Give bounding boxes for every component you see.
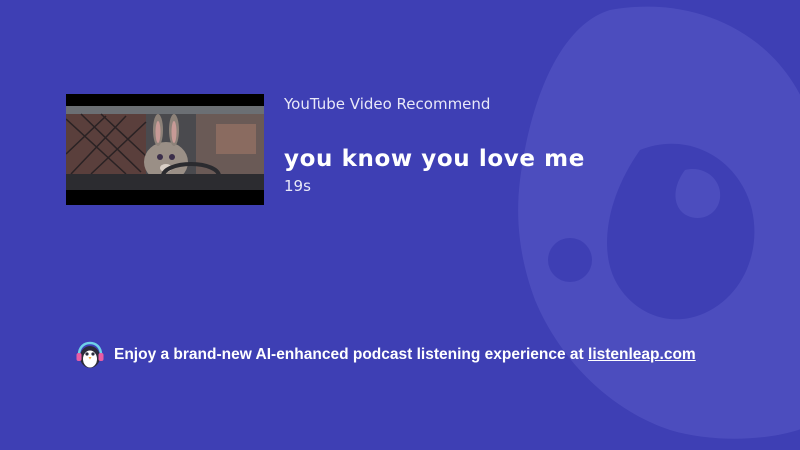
listenleap-link[interactable]: listenleap.com	[588, 346, 696, 363]
video-title[interactable]: you know you love me	[284, 144, 585, 174]
video-source-label: YouTube Video Recommend	[284, 95, 491, 113]
video-info: YouTube Video Recommend you know you lov…	[284, 94, 585, 196]
video-card[interactable]: YouTube Video Recommend you know you lov…	[66, 94, 585, 205]
promo-banner: Enjoy a brand-new AI-enhanced podcast li…	[75, 341, 696, 369]
video-thumbnail[interactable]	[66, 94, 264, 205]
penguin-headphones-icon	[76, 341, 104, 368]
promo-text: Enjoy a brand-new AI-enhanced podcast li…	[114, 346, 696, 364]
promo-message: Enjoy a brand-new AI-enhanced podcast li…	[114, 346, 584, 363]
listenleap-logo-watermark	[518, 6, 800, 439]
video-duration: 19s	[284, 177, 311, 195]
